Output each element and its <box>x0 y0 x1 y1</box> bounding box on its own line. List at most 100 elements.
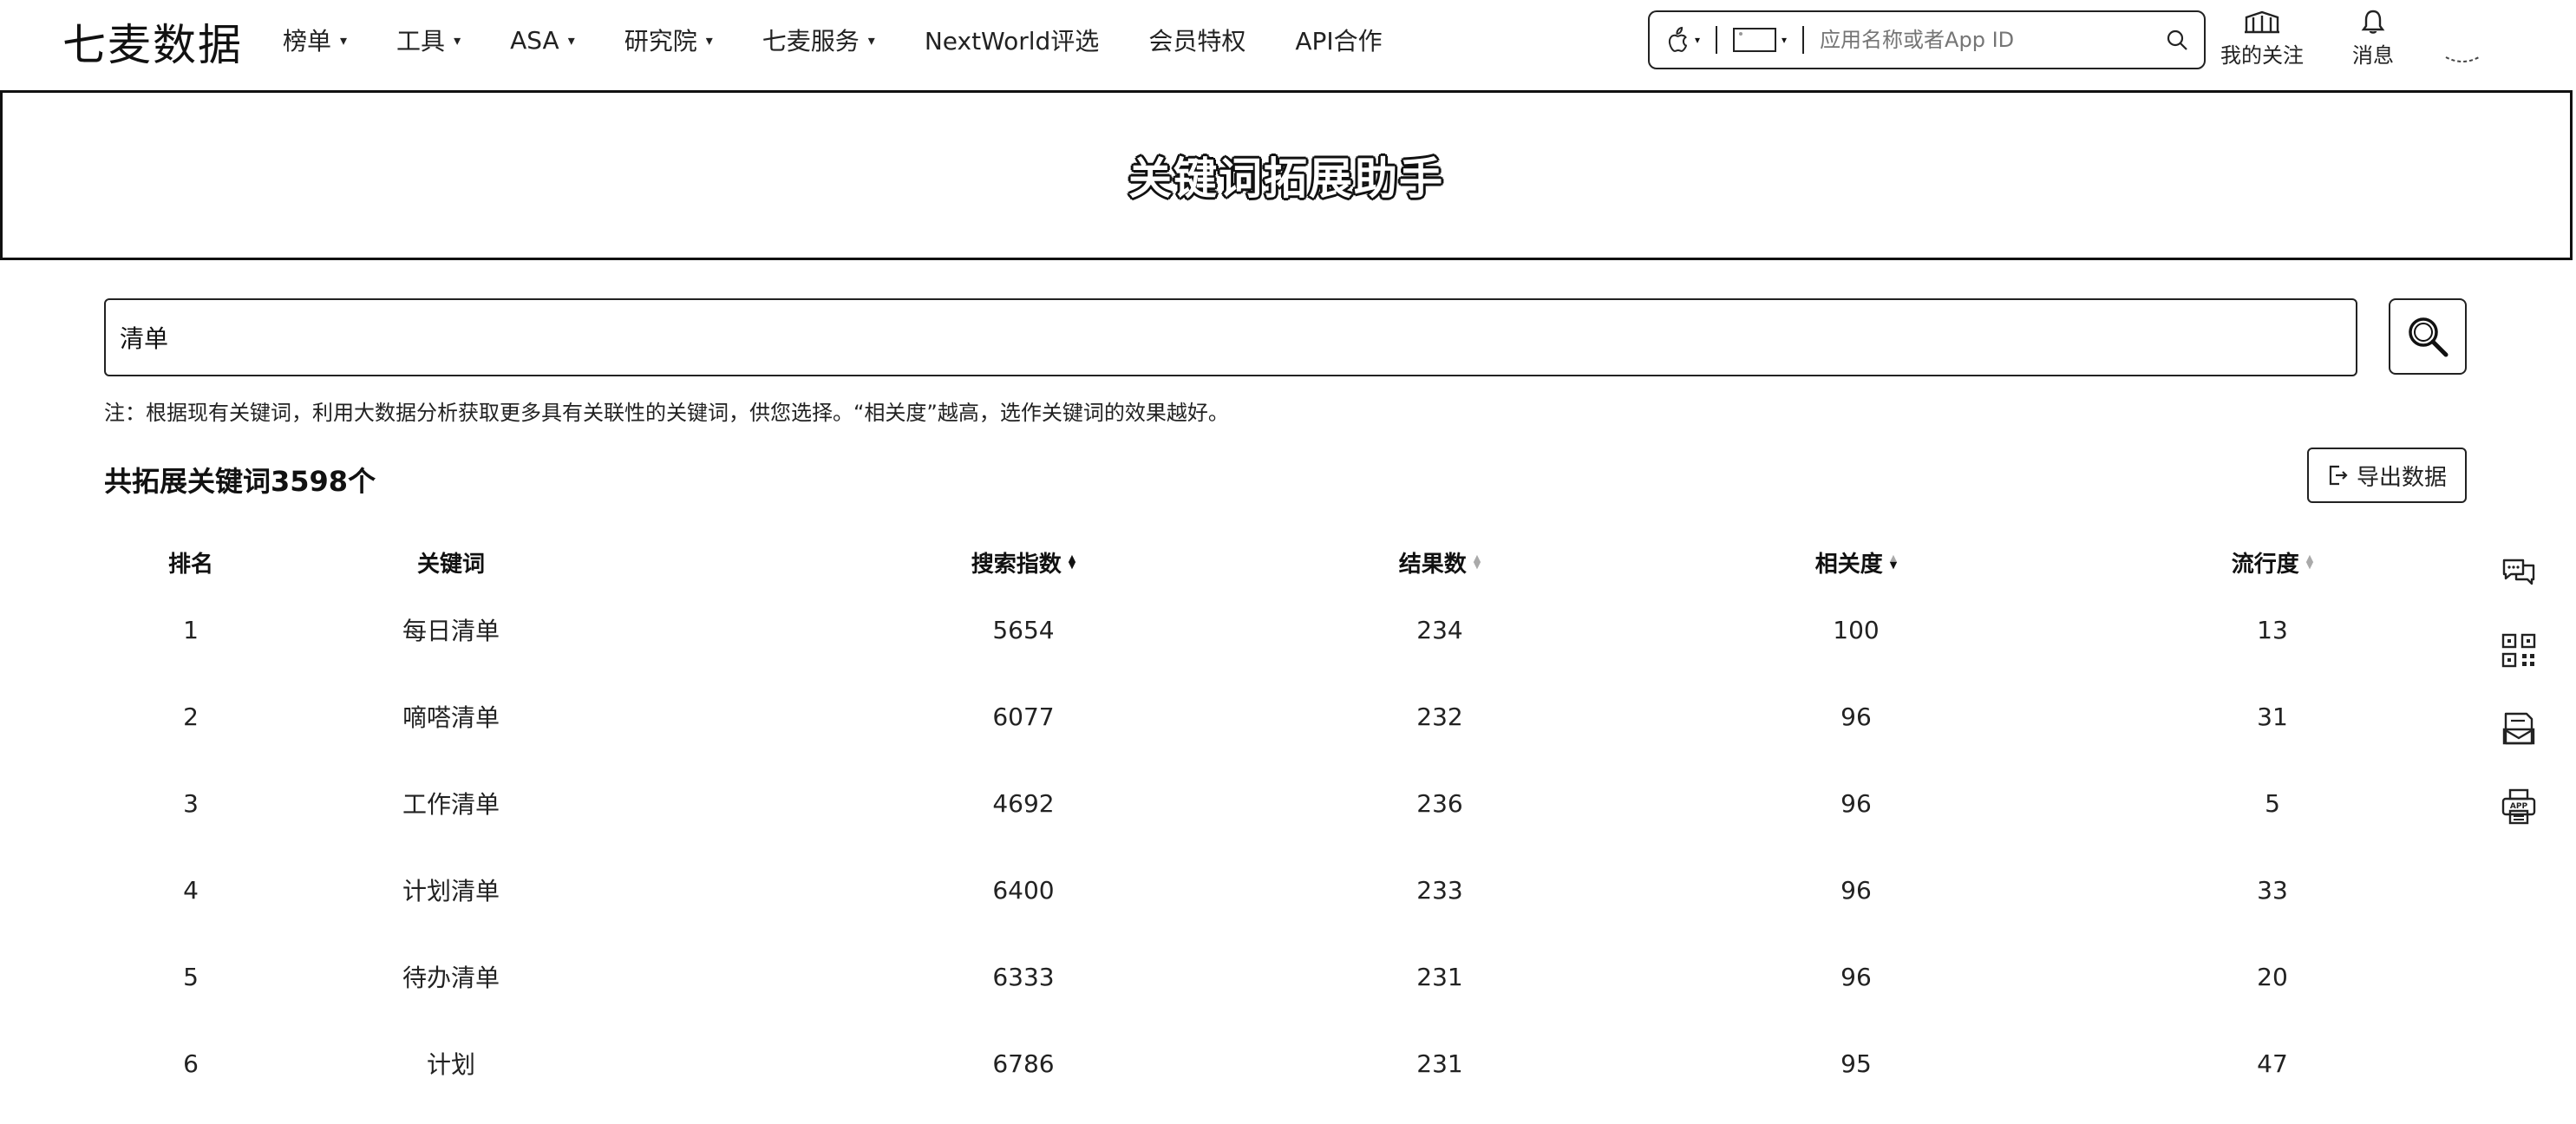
export-data-button[interactable]: 导出数据 <box>2307 448 2467 503</box>
hint-note: 注：根据现有关键词，利用大数据分析获取更多具有关联性的关键词，供您选择。“相关度… <box>104 401 1229 425</box>
header-label: 结果数 <box>1398 551 1467 578</box>
table-row: 2 嘀嗒清单 6077 232 96 31 <box>104 673 2467 760</box>
header-label: 相关度 <box>1814 551 1883 578</box>
menu-item-label: 七麦服务 <box>762 27 860 56</box>
header-relevance[interactable]: 相关度 ▲ ▼ <box>1683 538 2030 586</box>
keyword-cell[interactable]: 计划清单 <box>295 846 607 933</box>
result-count-cell: 233 <box>1416 875 1463 905</box>
menu-item-research[interactable]: 研究院 ▾ <box>624 23 713 57</box>
menu-item-services[interactable]: 七麦服务 ▾ <box>762 23 875 57</box>
user-avatar[interactable] <box>2442 35 2482 66</box>
app-search-input[interactable] <box>1820 28 2166 52</box>
search-icon[interactable] <box>2166 29 2188 51</box>
mail-icon <box>2502 712 2535 745</box>
table-row: 6 计划 6786 231 95 47 <box>104 1020 2467 1107</box>
menu-item-rankings[interactable]: 榜单 ▾ <box>283 23 347 57</box>
platform-select[interactable]: ▾ <box>1665 26 1700 54</box>
sort-icon[interactable]: ▲ ▼ <box>1890 553 1897 570</box>
caret-down-icon: ▾ <box>454 31 461 49</box>
keyword-cell[interactable]: 每日清单 <box>295 586 607 673</box>
result-summary: 共拓展关键词3598个 <box>104 465 376 498</box>
rank-cell: 4 <box>183 875 199 905</box>
menu-item-api[interactable]: API合作 <box>1295 23 1382 57</box>
popularity-cell: 13 <box>2257 615 2288 644</box>
relevance-cell: 95 <box>1840 1049 1872 1078</box>
table-body: 1 每日清单 5654 234 100 13 2 嘀嗒清单 6077 232 9… <box>104 586 2467 1107</box>
menu-item-label: 工具 <box>396 27 446 56</box>
mail-button[interactable] <box>2498 708 2540 749</box>
result-count-cell: 231 <box>1416 962 1463 991</box>
popularity-cell: 47 <box>2257 1049 2288 1078</box>
table-row: 5 待办清单 6333 231 96 20 <box>104 933 2467 1020</box>
page: 七麦数据 榜单 ▾ 工具 ▾ ASA ▾ 研究院 ▾ 七麦服务 ▾ NextWo… <box>0 0 2576 1124</box>
keyword-input[interactable] <box>120 323 2342 352</box>
rank-cell: 1 <box>183 615 199 644</box>
app-print-icon: APP <box>2501 788 2536 825</box>
logo[interactable]: 七麦数据 <box>62 10 243 73</box>
search-index-cell: 6077 <box>992 702 1055 731</box>
menu-item-membership[interactable]: 会员特权 <box>1148 23 1246 57</box>
menu-item-nextworld[interactable]: NextWorld评选 <box>925 23 1099 57</box>
export-label: 导出数据 <box>2356 463 2447 490</box>
caret-down-icon: ▾ <box>1782 34 1788 46</box>
relevance-cell: 100 <box>1833 615 1880 644</box>
keyword-cell[interactable]: 计划 <box>295 1020 607 1107</box>
search-index-cell: 5654 <box>992 615 1055 644</box>
popularity-cell: 33 <box>2257 875 2288 905</box>
keyword-cell[interactable]: 工作清单 <box>295 760 607 846</box>
avatar-icon <box>2445 56 2480 62</box>
sort-icon[interactable]: ▲ ▼ <box>1069 553 1076 570</box>
device-select[interactable]: ▾ <box>1733 28 1787 52</box>
menu-item-label: API合作 <box>1295 27 1383 56</box>
messages-label: 消息 <box>2352 43 2394 68</box>
header-popularity[interactable]: 流行度 ▲ ▼ <box>2099 538 2446 586</box>
rank-cell: 2 <box>183 702 199 731</box>
side-toolbar: APP <box>2494 552 2543 864</box>
search-icon <box>2409 317 2449 357</box>
table-header: 排名 关键词 搜索指数 ▲ ▼ 结果数 ▲ ▼ 相关度 ▲ ▼ 流行度 ▲ ▼ <box>104 538 2467 586</box>
keyword-search-field <box>104 298 2357 376</box>
qr-code-button[interactable] <box>2498 630 2540 671</box>
sort-icon[interactable]: ▲ ▼ <box>2306 553 2313 570</box>
keyword-cell[interactable]: 待办清单 <box>295 933 607 1020</box>
caret-down-icon: ▾ <box>567 31 575 49</box>
apple-icon <box>1668 26 1687 52</box>
sort-icon[interactable]: ▲ ▼ <box>1474 553 1481 570</box>
search-index-cell: 4692 <box>992 788 1055 818</box>
result-count-cell: 236 <box>1416 788 1463 818</box>
svg-text:APP: APP <box>2510 802 2528 811</box>
menu-item-label: ASA <box>510 25 559 55</box>
header-result-count[interactable]: 结果数 ▲ ▼ <box>1266 538 1613 586</box>
result-count-cell: 232 <box>1416 702 1463 731</box>
menu-item-asa[interactable]: ASA ▾ <box>510 26 575 55</box>
table-row: 1 每日清单 5654 234 100 13 <box>104 586 2467 673</box>
popularity-cell: 31 <box>2257 702 2288 731</box>
result-count-cell: 231 <box>1416 1049 1463 1078</box>
menu-item-tools[interactable]: 工具 ▾ <box>396 23 461 57</box>
search-index-cell: 6400 <box>992 875 1055 905</box>
header-label: 搜索指数 <box>971 551 1062 578</box>
qr-code-icon <box>2501 633 2536 668</box>
header-rank: 排名 <box>167 551 213 578</box>
caret-down-icon: ▾ <box>1695 34 1701 46</box>
header-search-index[interactable]: 搜索指数 ▲ ▼ <box>850 538 1197 586</box>
keyword-search-button[interactable] <box>2389 298 2467 375</box>
rank-cell: 6 <box>183 1049 199 1078</box>
messages-button[interactable]: 消息 <box>2352 9 2394 69</box>
caret-down-icon: ▾ <box>705 31 713 49</box>
relevance-cell: 96 <box>1840 962 1872 991</box>
caret-down-icon: ▾ <box>340 31 348 49</box>
my-follow-button[interactable]: 我的关注 <box>2220 9 2304 69</box>
divider <box>1716 26 1718 54</box>
app-print-button[interactable]: APP <box>2498 786 2540 827</box>
search-index-cell: 6333 <box>992 962 1055 991</box>
keyword-cell[interactable]: 嘀嗒清单 <box>295 673 607 760</box>
keyword-table: 排名 关键词 搜索指数 ▲ ▼ 结果数 ▲ ▼ 相关度 ▲ ▼ 流行度 ▲ ▼ 1 每日 <box>104 538 2467 1107</box>
popularity-cell: 5 <box>2265 788 2280 818</box>
chat-button[interactable] <box>2498 552 2540 593</box>
menu-item-label: 榜单 <box>283 27 332 56</box>
rank-cell: 5 <box>183 962 199 991</box>
chat-icon <box>2502 559 2535 585</box>
search-index-cell: 6786 <box>992 1049 1055 1078</box>
relevance-cell: 96 <box>1840 788 1872 818</box>
